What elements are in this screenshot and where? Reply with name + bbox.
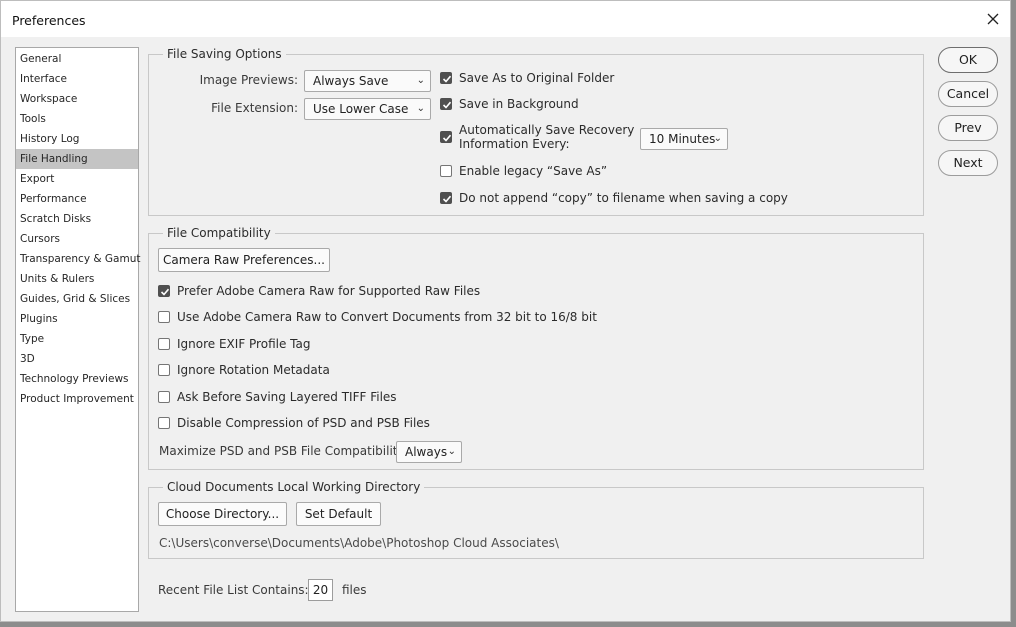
image-previews-value: Always Save xyxy=(313,74,389,88)
close-icon xyxy=(987,13,999,25)
file-extension-value: Use Lower Case xyxy=(313,102,409,116)
prefer-acr-checkbox[interactable]: Prefer Adobe Camera Raw for Supported Ra… xyxy=(158,283,480,299)
cancel-button[interactable]: Cancel xyxy=(938,81,998,107)
auto-save-label-line2: Information Every: xyxy=(459,137,570,151)
sidebar-item-performance[interactable]: Performance xyxy=(16,189,138,209)
next-button[interactable]: Next xyxy=(938,150,998,176)
checkbox-box xyxy=(440,192,452,204)
recent-files-suffix: files xyxy=(342,583,367,597)
checkbox-box xyxy=(158,338,170,350)
checkbox-box xyxy=(440,98,452,110)
checkbox-box xyxy=(158,391,170,403)
sidebar-item-plugins[interactable]: Plugins xyxy=(16,309,138,329)
checkbox-label: Save in Background xyxy=(459,97,579,111)
checkbox-label: Do not append “copy” to filename when sa… xyxy=(459,191,788,205)
sidebar-item-cursors[interactable]: Cursors xyxy=(16,229,138,249)
sidebar-item-export[interactable]: Export xyxy=(16,169,138,189)
chevron-down-icon: ⌄ xyxy=(713,133,722,144)
checkbox-label: Ignore EXIF Profile Tag xyxy=(177,337,311,351)
cloud-documents-group: Cloud Documents Local Working Directory … xyxy=(148,480,924,559)
checkbox-box xyxy=(440,165,452,177)
checkbox-box xyxy=(440,131,452,143)
checkmark-icon xyxy=(442,75,452,83)
group-title-cloud-documents: Cloud Documents Local Working Directory xyxy=(163,480,425,494)
cloud-directory-path: C:\Users\converse\Documents\Adobe\Photos… xyxy=(159,536,559,550)
window-title: Preferences xyxy=(12,13,86,28)
file-extension-select[interactable]: Use Lower Case ⌄ xyxy=(304,98,431,120)
recent-files-label: Recent File List Contains: xyxy=(158,583,309,597)
choose-directory-button[interactable]: Choose Directory... xyxy=(158,502,287,526)
auto-save-interval-select[interactable]: 10 Minutes ⌄ xyxy=(640,128,728,150)
checkbox-box xyxy=(158,311,170,323)
sidebar-item-scratch-disks[interactable]: Scratch Disks xyxy=(16,209,138,229)
checkbox-label: Ignore Rotation Metadata xyxy=(177,363,330,377)
disable-compression-checkbox[interactable]: Disable Compression of PSD and PSB Files xyxy=(158,415,430,431)
prev-button[interactable]: Prev xyxy=(938,115,998,141)
auto-save-label-line1: Automatically Save Recovery xyxy=(459,123,635,137)
maximize-compat-select[interactable]: Always ⌄ xyxy=(396,441,462,463)
save-as-original-checkbox[interactable]: Save As to Original Folder xyxy=(440,70,614,86)
acr-convert-checkbox[interactable]: Use Adobe Camera Raw to Convert Document… xyxy=(158,309,597,325)
recent-files-count-input[interactable]: 20 xyxy=(308,579,333,601)
sidebar-item-tools[interactable]: Tools xyxy=(16,109,138,129)
title-bar: Preferences xyxy=(1,1,1010,37)
maximize-compat-label: Maximize PSD and PSB File Compatibility: xyxy=(159,444,408,458)
checkmark-icon xyxy=(442,195,452,203)
sidebar-item-product-improvement[interactable]: Product Improvement xyxy=(16,389,138,409)
checkbox-box xyxy=(440,72,452,84)
sidebar-item-interface[interactable]: Interface xyxy=(16,69,138,89)
ignore-exif-checkbox[interactable]: Ignore EXIF Profile Tag xyxy=(158,336,310,352)
checkmark-icon xyxy=(442,134,452,142)
sidebar-item-technology-previews[interactable]: Technology Previews xyxy=(16,369,138,389)
image-previews-select[interactable]: Always Save ⌄ xyxy=(304,70,431,92)
group-title-file-compatibility: File Compatibility xyxy=(163,226,275,240)
chevron-down-icon: ⌄ xyxy=(416,103,425,114)
file-extension-label: File Extension: xyxy=(211,101,298,115)
maximize-compat-value: Always xyxy=(405,445,448,459)
checkbox-label: Ask Before Saving Layered TIFF Files xyxy=(177,390,397,404)
sidebar-item-guides-grid-slices[interactable]: Guides, Grid & Slices xyxy=(16,289,138,309)
sidebar-item-file-handling[interactable]: File Handling xyxy=(16,149,138,169)
sidebar-item-transparency-gamut[interactable]: Transparency & Gamut xyxy=(16,249,140,269)
preferences-dialog: Preferences General Interface Workspace Too… xyxy=(0,0,1011,622)
checkbox-box xyxy=(158,364,170,376)
checkbox-box xyxy=(158,417,170,429)
auto-save-label: Automatically Save Recovery Information … xyxy=(459,123,634,151)
sidebar-item-3d[interactable]: 3D xyxy=(16,349,138,369)
group-title-file-saving: File Saving Options xyxy=(163,47,286,61)
sidebar-item-workspace[interactable]: Workspace xyxy=(16,89,138,109)
checkbox-label: Save As to Original Folder xyxy=(459,71,615,85)
sidebar-nav: General Interface Workspace Tools History Lo… xyxy=(15,47,140,612)
file-compatibility-group: File Compatibility Camera Raw Preference… xyxy=(148,226,924,470)
ignore-rotation-checkbox[interactable]: Ignore Rotation Metadata xyxy=(158,362,330,378)
sidebar-item-units-rulers[interactable]: Units & Rulers xyxy=(16,269,138,289)
checkmark-icon xyxy=(160,288,170,296)
checkbox-label: Disable Compression of PSD and PSB Files xyxy=(177,416,430,430)
checkmark-icon xyxy=(442,101,452,109)
checkbox-label: Enable legacy “Save As” xyxy=(459,164,608,178)
checkbox-box xyxy=(158,285,170,297)
chevron-down-icon: ⌄ xyxy=(416,75,425,86)
sidebar-item-history-log[interactable]: History Log xyxy=(16,129,138,149)
auto-save-recovery-checkbox[interactable] xyxy=(440,129,459,145)
checkbox-label: Use Adobe Camera Raw to Convert Document… xyxy=(177,310,597,324)
file-saving-options-group: File Saving Options Image Previews: Alwa… xyxy=(148,47,924,216)
legacy-save-as-checkbox[interactable]: Enable legacy “Save As” xyxy=(440,163,607,179)
no-copy-append-checkbox[interactable]: Do not append “copy” to filename when sa… xyxy=(440,190,788,206)
chevron-down-icon: ⌄ xyxy=(447,446,456,457)
sidebar-item-type[interactable]: Type xyxy=(16,329,138,349)
ask-tiff-checkbox[interactable]: Ask Before Saving Layered TIFF Files xyxy=(158,389,397,405)
sidebar-item-general[interactable]: General xyxy=(16,49,138,69)
camera-raw-preferences-button[interactable]: Camera Raw Preferences... xyxy=(158,248,330,272)
image-previews-label: Image Previews: xyxy=(199,73,298,87)
auto-save-interval-value: 10 Minutes xyxy=(649,132,716,146)
checkbox-label: Prefer Adobe Camera Raw for Supported Ra… xyxy=(177,284,481,298)
close-button[interactable] xyxy=(984,10,1002,28)
set-default-button[interactable]: Set Default xyxy=(296,502,381,526)
ok-button[interactable]: OK xyxy=(938,47,998,73)
save-in-background-checkbox[interactable]: Save in Background xyxy=(440,96,579,112)
